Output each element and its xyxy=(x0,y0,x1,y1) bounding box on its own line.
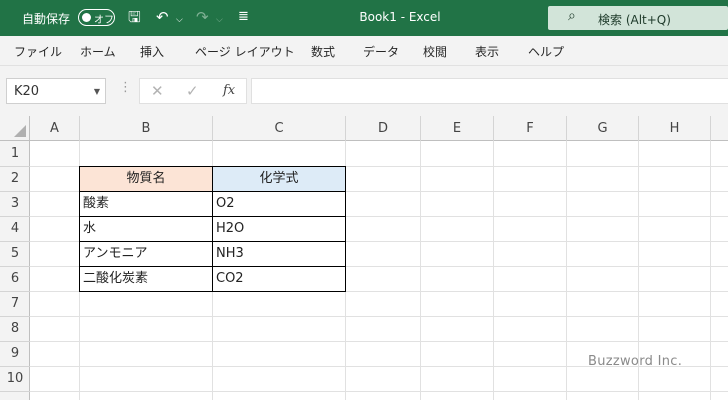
customize-toolbar-icon[interactable]: ≣ xyxy=(238,7,249,27)
save-icon[interactable]: 🖫 xyxy=(128,7,141,27)
autosave-toggle[interactable]: オフ xyxy=(78,9,115,26)
ribbon-tabs: ファイル ホーム 挿入 ページ レイアウト 数式 データ 校閲 表示 ヘルプ xyxy=(0,36,728,66)
table-cell[interactable]: H2O xyxy=(212,216,346,242)
row-header-8[interactable]: 8 xyxy=(0,316,30,341)
table-cell[interactable]: CO2 xyxy=(212,266,346,292)
gridline xyxy=(566,116,567,400)
column-header-c[interactable]: C xyxy=(213,116,345,141)
formula-bar: K20 ▼ ⋮ ✕ ✓ fx xyxy=(0,66,728,116)
gridline xyxy=(0,316,728,317)
column-header-e[interactable]: E xyxy=(421,116,493,141)
column-header-d[interactable]: D xyxy=(346,116,420,141)
search-box[interactable]: ⌕ 検索 (Alt+Q) xyxy=(548,6,728,30)
tab-insert[interactable]: 挿入 xyxy=(140,43,164,60)
redo-icon[interactable]: ↷ xyxy=(196,7,209,27)
row-header-9[interactable]: 9 xyxy=(0,341,30,366)
row-separator xyxy=(0,391,30,392)
table-header-cell[interactable]: 化学式 xyxy=(212,166,346,192)
row-header-7[interactable]: 7 xyxy=(0,291,30,316)
table-cell[interactable]: 水 xyxy=(79,216,213,242)
cancel-icon[interactable]: ✕ xyxy=(151,82,164,100)
formula-tools: ✕ ✓ fx xyxy=(139,78,247,104)
column-header-b[interactable]: B xyxy=(80,116,212,141)
chevron-down-icon[interactable]: ▼ xyxy=(94,87,100,96)
column-header-h[interactable]: H xyxy=(639,116,710,141)
row-header-5[interactable]: 5 xyxy=(0,241,30,266)
table-cell[interactable]: アンモニア xyxy=(79,241,213,267)
column-header-f[interactable]: F xyxy=(494,116,566,141)
search-label: 検索 (Alt+Q) xyxy=(598,13,671,27)
column-header-g[interactable]: G xyxy=(567,116,638,141)
row-header-4[interactable]: 4 xyxy=(0,216,30,241)
row-header-3[interactable]: 3 xyxy=(0,191,30,216)
autosave-state: オフ xyxy=(94,15,114,26)
row-header-6[interactable]: 6 xyxy=(0,266,30,291)
name-box-value: K20 xyxy=(14,84,40,99)
table-header-cell[interactable]: 物質名 xyxy=(79,166,213,192)
gridline xyxy=(493,116,494,400)
title-bar: 自動保存 オフ 🖫 ↶ ⌵ ↷ ⌵ ≣ Book1 - Excel ⌕ 検索 (… xyxy=(0,0,728,36)
tab-view[interactable]: 表示 xyxy=(475,43,499,60)
gridline xyxy=(420,116,421,400)
tab-file[interactable]: ファイル xyxy=(14,43,62,60)
row-header-1[interactable]: 1 xyxy=(0,141,30,166)
watermark: Buzzword Inc. xyxy=(588,354,683,369)
tab-formulas[interactable]: 数式 xyxy=(311,43,335,60)
tab-page-layout[interactable]: ページ レイアウト xyxy=(195,43,295,60)
tab-review[interactable]: 校閲 xyxy=(423,43,447,60)
gridline xyxy=(710,116,711,400)
tab-help[interactable]: ヘルプ xyxy=(528,43,564,60)
document-title: Book1 - Excel xyxy=(359,10,441,24)
insert-function-icon[interactable]: fx xyxy=(223,83,235,98)
gridline xyxy=(0,391,728,392)
name-box[interactable]: K20 ▼ xyxy=(6,78,106,104)
tab-home[interactable]: ホーム xyxy=(80,43,116,60)
column-separator xyxy=(710,116,711,141)
formula-input[interactable] xyxy=(251,78,728,104)
gridline xyxy=(0,341,728,342)
select-all-button[interactable] xyxy=(0,116,30,141)
table-cell[interactable]: 酸素 xyxy=(79,191,213,217)
table-cell[interactable]: NH3 xyxy=(212,241,346,267)
table-cell[interactable]: O2 xyxy=(212,191,346,217)
table-cell[interactable]: 二酸化炭素 xyxy=(79,266,213,292)
autosave-label: 自動保存 xyxy=(22,12,71,26)
tab-data[interactable]: データ xyxy=(363,43,399,60)
toggle-knob xyxy=(82,13,91,22)
undo-icon[interactable]: ↶ xyxy=(156,7,169,27)
row-header-10[interactable]: 10 xyxy=(0,366,30,391)
search-icon: ⌕ xyxy=(568,8,576,24)
select-all-icon xyxy=(14,125,26,137)
vertical-dots-icon[interactable]: ⋮ xyxy=(119,80,132,95)
row-header-2[interactable]: 2 xyxy=(0,166,30,191)
redo-dropdown-icon[interactable]: ⌵ xyxy=(216,10,223,30)
enter-check-icon[interactable]: ✓ xyxy=(186,82,199,100)
undo-dropdown-icon[interactable]: ⌵ xyxy=(176,10,183,30)
column-header-a[interactable]: A xyxy=(30,116,79,141)
